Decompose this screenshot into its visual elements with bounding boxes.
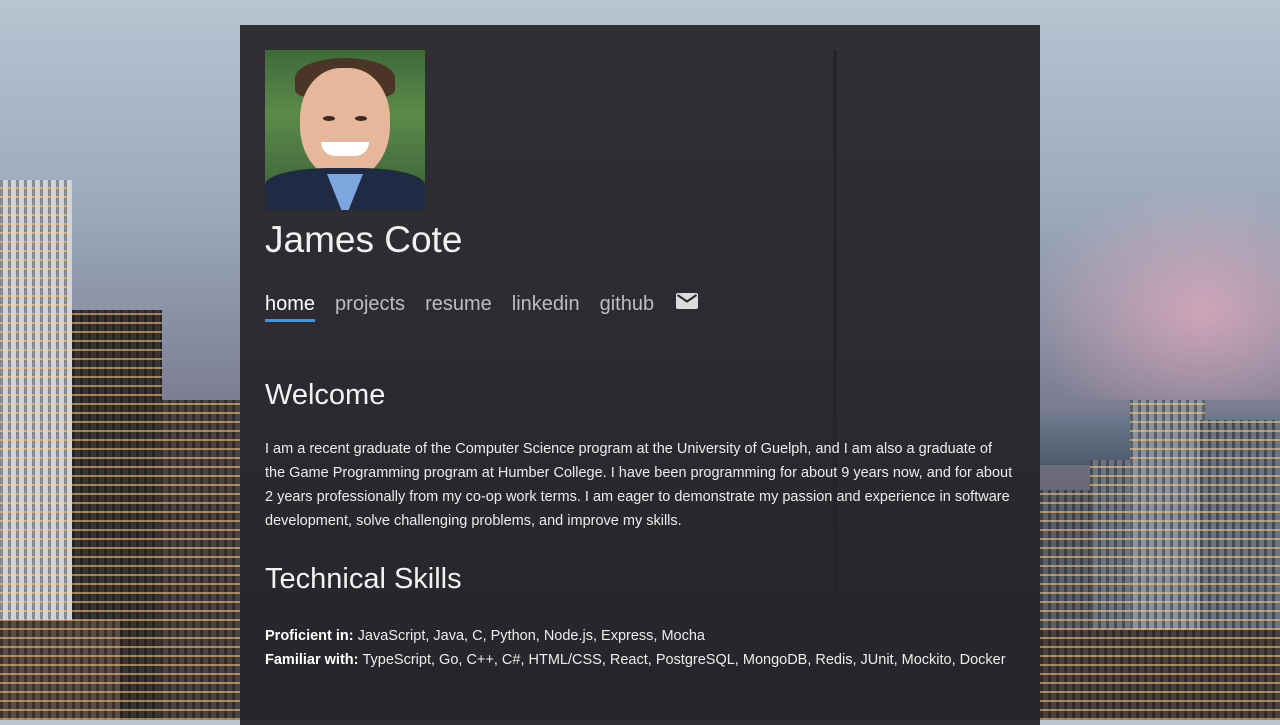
welcome-heading: Welcome: [265, 379, 386, 411]
familiar-label: Familiar with:: [265, 652, 363, 668]
proficient-label: Proficient in:: [265, 628, 358, 644]
nav-projects[interactable]: projects: [335, 292, 405, 322]
profile-photo: [265, 50, 425, 210]
building: [1040, 630, 1280, 720]
building: [160, 400, 240, 720]
page-title: James Cote: [265, 219, 463, 260]
sunset-glow: [1020, 180, 1280, 400]
nav-home[interactable]: home: [265, 292, 316, 322]
welcome-text: I am a recent graduate of the Computer S…: [265, 441, 1013, 529]
nav-resume[interactable]: resume: [425, 292, 492, 322]
proficient-row: Proficient in: JavaScript, Java, C, Pyth…: [265, 624, 1015, 648]
mail-icon[interactable]: [676, 293, 699, 309]
familiar-value: TypeScript, Go, C++, C#, HTML/CSS, React…: [362, 652, 1006, 668]
skills-heading: Technical Skills: [265, 563, 462, 595]
nav-linkedin[interactable]: linkedin: [512, 292, 580, 322]
main-nav: home projects resume linkedin github: [265, 290, 1015, 322]
familiar-row: Familiar with: TypeScript, Go, C++, C#, …: [265, 648, 1015, 672]
profile-card: James Cote home projects resume linkedin…: [240, 25, 1040, 725]
skills-list: Proficient in: JavaScript, Java, C, Pyth…: [265, 624, 1015, 672]
building: [0, 620, 120, 720]
nav-github[interactable]: github: [600, 292, 655, 322]
proficient-value: JavaScript, Java, C, Python, Node.js, Ex…: [357, 628, 705, 644]
